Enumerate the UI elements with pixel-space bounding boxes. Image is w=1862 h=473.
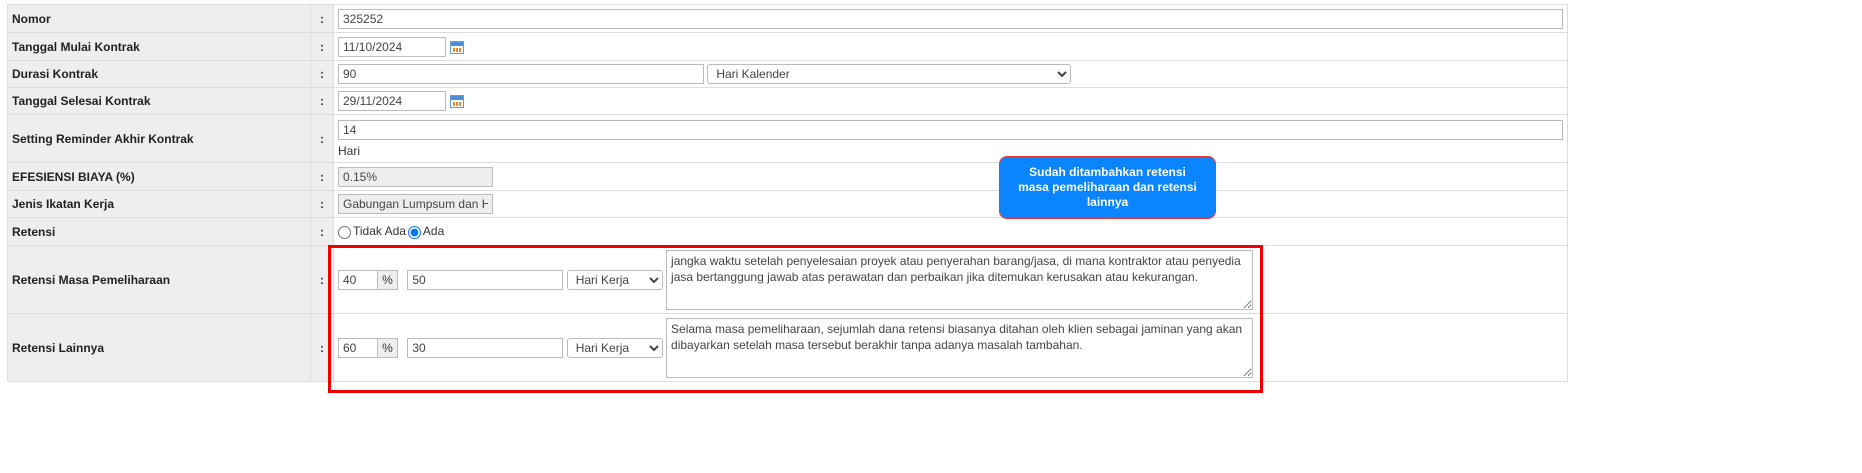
colon: : (310, 162, 334, 191)
colon: : (310, 32, 334, 61)
percent-addon: % (378, 337, 398, 358)
label-efesiensi: EFESIENSI BIAYA (%) (7, 162, 311, 191)
pemeliharaan-days-input[interactable] (407, 269, 564, 290)
durasi-input[interactable] (338, 64, 704, 84)
colon: : (310, 245, 334, 314)
label-tanggal-mulai: Tanggal Mulai Kontrak (7, 32, 311, 61)
reminder-suffix: Hari (338, 143, 361, 158)
efesiensi-input (338, 166, 493, 187)
reminder-input[interactable] (338, 119, 1563, 140)
pemeliharaan-percent-input[interactable] (338, 269, 378, 290)
lainnya-percent-input[interactable] (338, 337, 378, 358)
lainnya-note-textarea[interactable]: Selama masa pemeliharaan, sejumlah dana … (666, 317, 1254, 378)
durasi-unit-select[interactable]: Hari Kalender (707, 64, 1072, 84)
radio-label-tidak-ada: Tidak Ada (353, 224, 406, 239)
calendar-icon[interactable] (450, 95, 464, 109)
radio-label-ada: Ada (422, 224, 445, 239)
label-retensi-lainnya: Retensi Lainnya (7, 313, 311, 382)
tanggal-selesai-input[interactable] (338, 91, 446, 111)
percent-addon: % (378, 269, 398, 290)
label-durasi: Durasi Kontrak (7, 60, 311, 88)
colon: : (310, 60, 334, 88)
lainnya-unit-select[interactable]: Hari Kerja (566, 337, 663, 358)
lainnya-days-input[interactable] (407, 337, 564, 358)
label-tanggal-selesai: Tanggal Selesai Kontrak (7, 87, 311, 115)
annotation-callout: Sudah ditambahkan retensi masa pemelihar… (999, 156, 1216, 219)
colon: : (310, 217, 334, 246)
colon: : (310, 87, 334, 115)
retensi-tidak-ada-radio[interactable] (338, 225, 351, 239)
colon: : (310, 114, 334, 163)
colon: : (310, 190, 334, 218)
contract-form: Nomor: Tanggal Mulai Kontrak: Durasi Kon… (7, 4, 1568, 382)
calendar-icon[interactable] (450, 40, 464, 54)
colon: : (310, 313, 334, 382)
tanggal-mulai-input[interactable] (338, 36, 446, 57)
colon: : (310, 4, 334, 33)
pemeliharaan-note-textarea[interactable]: jangka waktu setelah penyelesaian proyek… (666, 249, 1254, 310)
label-reminder: Setting Reminder Akhir Kontrak (7, 114, 311, 163)
label-retensi-pemeliharaan: Retensi Masa Pemeliharaan (7, 245, 311, 314)
nomor-input[interactable] (338, 8, 1563, 29)
label-nomor: Nomor (7, 4, 311, 33)
label-jenis: Jenis Ikatan Kerja (7, 190, 311, 218)
pemeliharaan-unit-select[interactable]: Hari Kerja (566, 269, 663, 290)
jenis-input (338, 194, 493, 214)
retensi-ada-radio[interactable] (407, 225, 421, 239)
label-retensi: Retensi (7, 217, 311, 246)
